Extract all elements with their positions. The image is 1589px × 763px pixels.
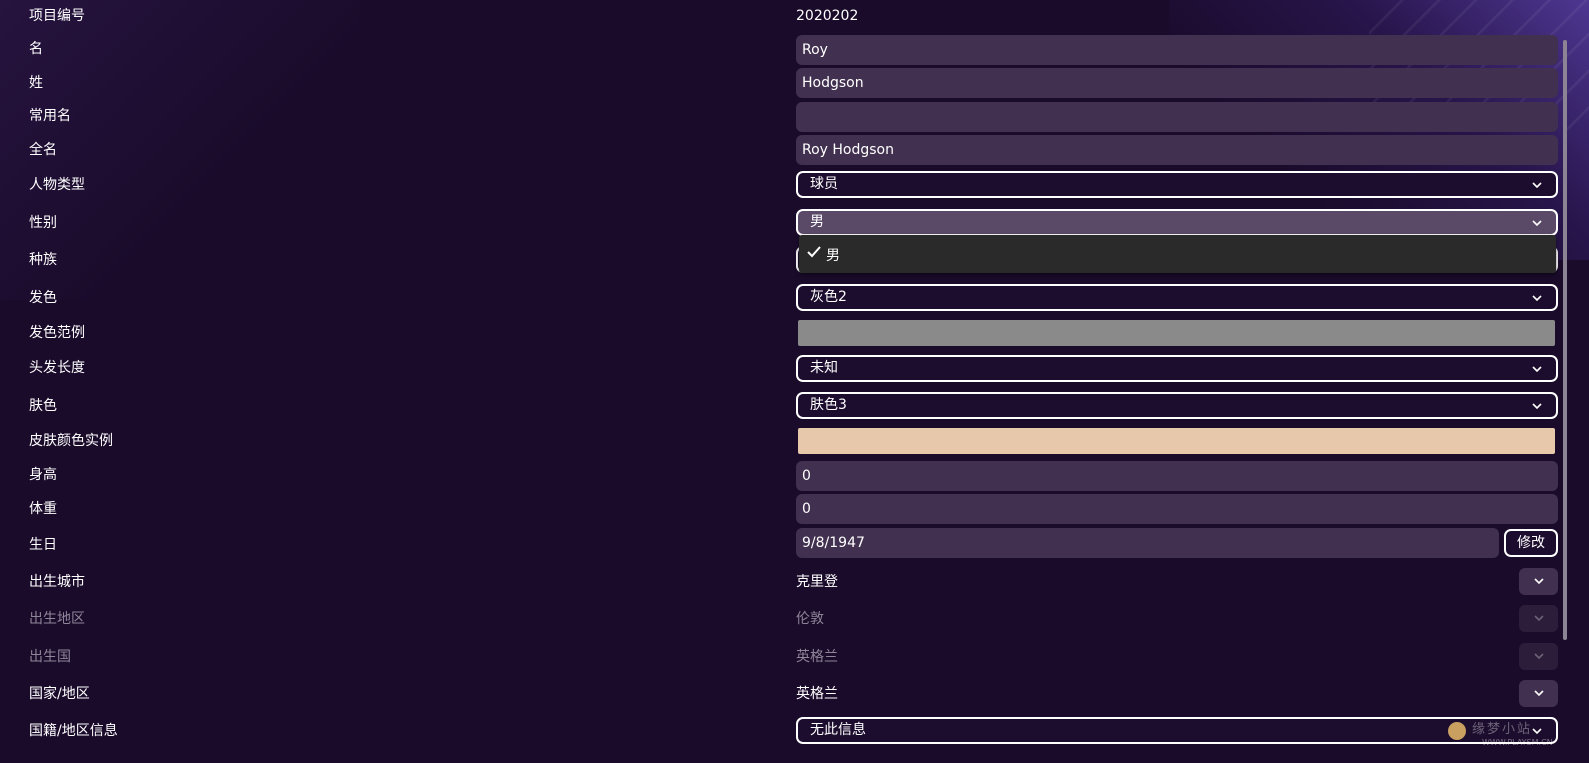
hair-color-select[interactable]: 灰色2 <box>796 284 1558 311</box>
skin-tone-swatch <box>798 428 1555 454</box>
label-skin-tone: 肤色 <box>29 398 57 414</box>
watermark-url: WWW.PLAYSM.CN <box>1482 738 1553 747</box>
common-name-input[interactable] <box>796 102 1558 132</box>
watermark: 缘梦小站 WWW.PLAYSM.CN <box>1448 716 1588 756</box>
weight-input[interactable]: 0 <box>796 494 1558 524</box>
label-birth-region: 出生地区 <box>29 611 85 627</box>
birth-region-dropdown-button <box>1519 605 1558 632</box>
skin-tone-value: 肤色3 <box>810 397 847 413</box>
nationality-info-select[interactable]: 无此信息 <box>796 717 1558 744</box>
hair-length-select[interactable]: 未知 <box>796 355 1558 382</box>
person-type-value: 球员 <box>810 176 838 192</box>
chevron-down-icon <box>1532 295 1542 302</box>
nationality-info-value: 无此信息 <box>810 722 866 738</box>
birth-city-value: 克里登 <box>796 574 838 590</box>
birth-country-dropdown-button <box>1519 643 1558 670</box>
hair-color-swatch <box>798 320 1555 346</box>
label-last-name: 姓 <box>29 75 43 91</box>
label-first-name: 名 <box>29 41 43 57</box>
label-weight: 体重 <box>29 501 57 517</box>
chevron-down-icon <box>1534 578 1544 585</box>
label-hair-color: 发色 <box>29 290 57 306</box>
item-id-value: 2020202 <box>796 8 859 24</box>
full-name-input[interactable]: Roy Hodgson <box>796 135 1558 165</box>
label-gender: 性别 <box>29 215 57 231</box>
label-birthday: 生日 <box>29 537 57 553</box>
gender-value: 男 <box>810 214 824 230</box>
label-height: 身高 <box>29 467 57 483</box>
label-item-id: 项目编号 <box>29 8 85 24</box>
person-type-select[interactable]: 球员 <box>796 171 1558 198</box>
gender-dropdown-menu: 男 <box>799 235 1556 273</box>
birth-city-dropdown-button[interactable] <box>1519 568 1558 595</box>
hair-length-value: 未知 <box>810 360 838 376</box>
chevron-down-icon <box>1532 220 1542 227</box>
hair-color-value: 灰色2 <box>810 289 847 305</box>
edit-birthday-button[interactable]: 修改 <box>1504 529 1558 557</box>
label-skin-tone-sample: 皮肤颜色实例 <box>29 433 113 449</box>
height-input[interactable]: 0 <box>796 461 1558 491</box>
label-hair-color-sample: 发色范例 <box>29 325 85 341</box>
nation-dropdown-button[interactable] <box>1519 680 1558 707</box>
chevron-down-icon <box>1534 690 1544 697</box>
gender-select[interactable]: 男 <box>796 209 1558 236</box>
label-person-type: 人物类型 <box>29 177 85 193</box>
last-name-input[interactable]: Hodgson <box>796 68 1558 98</box>
chevron-down-icon <box>1532 182 1542 189</box>
scrollbar[interactable] <box>1563 40 1567 640</box>
chevron-down-icon <box>1532 366 1542 373</box>
label-common-name: 常用名 <box>29 108 71 124</box>
birthday-input[interactable]: 9/8/1947 <box>796 528 1499 558</box>
birth-region-value: 伦敦 <box>796 611 824 627</box>
nation-value: 英格兰 <box>796 686 838 702</box>
chevron-down-icon <box>1534 615 1544 622</box>
label-birth-country: 出生国 <box>29 649 71 665</box>
label-nationality-info: 国籍/地区信息 <box>29 723 118 739</box>
label-full-name: 全名 <box>29 142 57 158</box>
chevron-down-icon <box>1532 403 1542 410</box>
checkmark-icon <box>807 246 821 258</box>
label-hair-length: 头发长度 <box>29 360 85 376</box>
skin-tone-select[interactable]: 肤色3 <box>796 392 1558 419</box>
gender-option-male[interactable]: 男 <box>826 245 840 265</box>
chevron-down-icon <box>1534 653 1544 660</box>
watermark-logo-icon <box>1448 722 1466 740</box>
watermark-text: 缘梦小站 <box>1472 722 1533 737</box>
label-ethnicity: 种族 <box>29 252 57 268</box>
label-nation: 国家/地区 <box>29 686 90 702</box>
first-name-input[interactable]: Roy <box>796 35 1558 65</box>
label-birth-city: 出生城市 <box>29 574 85 590</box>
birth-country-value: 英格兰 <box>796 649 838 665</box>
